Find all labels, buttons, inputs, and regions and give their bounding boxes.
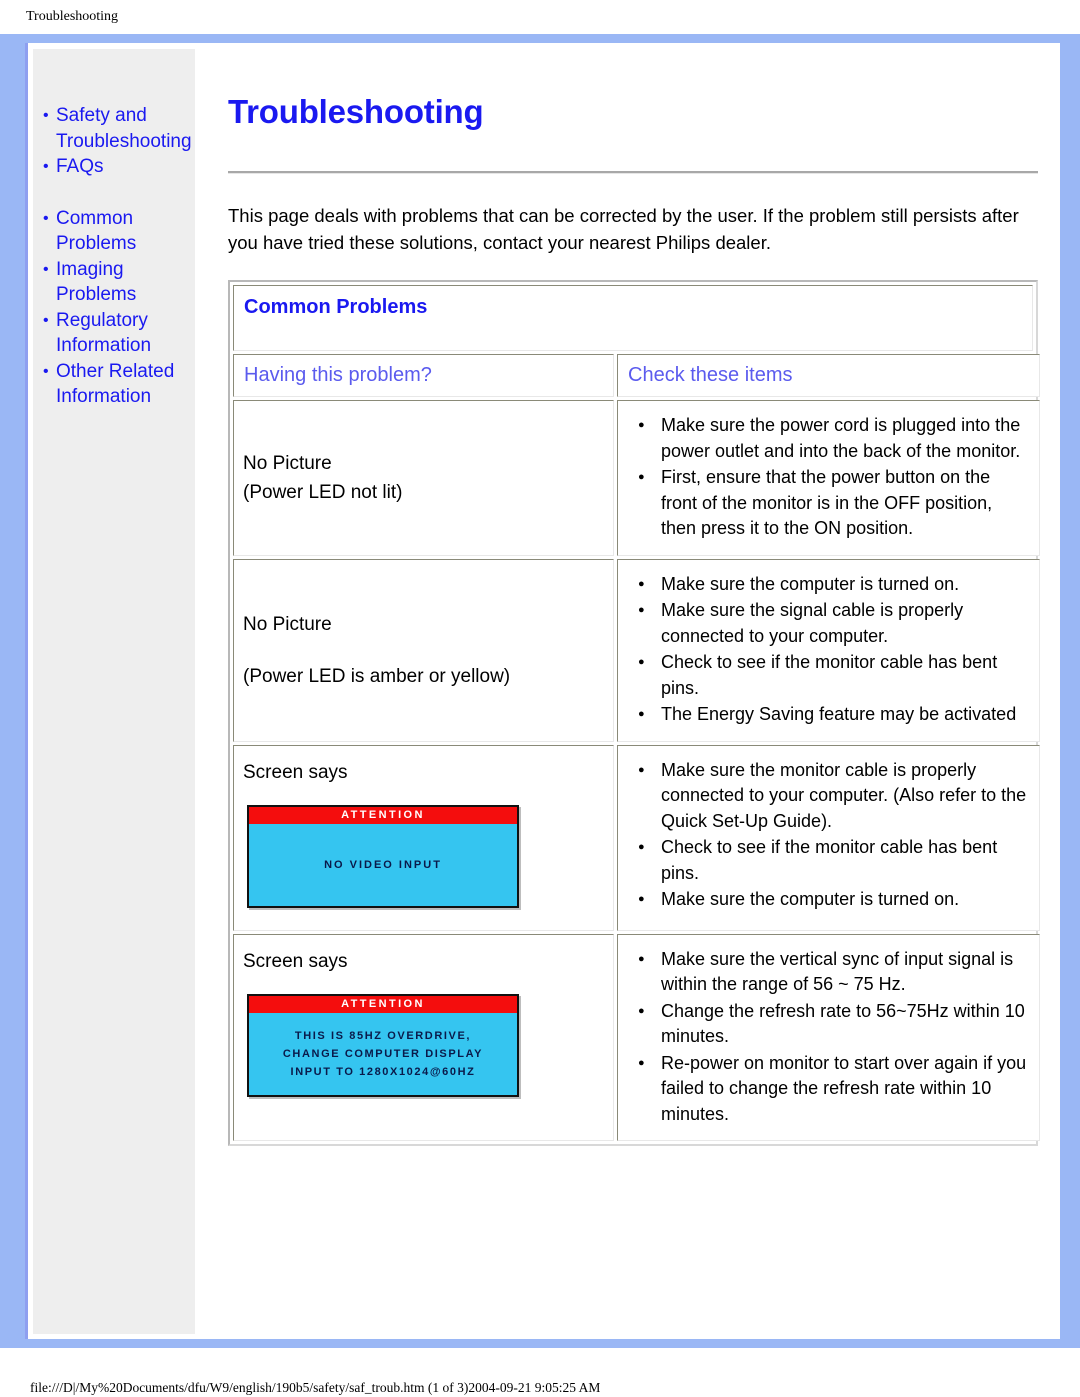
checks-cell: Make sure the computer is turned on. Mak… xyxy=(617,558,1040,742)
osd-message-image: ATTENTION NO VIDEO INPUT xyxy=(247,804,519,908)
table-header-row: Having this problem? Check these items xyxy=(233,354,1040,397)
sidebar-group-two: Common Problems Imaging Problems Regulat… xyxy=(43,206,191,410)
check-item: Check to see if the monitor cable has be… xyxy=(628,650,1027,701)
problem-subtitle: (Power LED not lit) xyxy=(243,481,403,503)
problem-title: No Picture xyxy=(243,452,332,474)
table-row: No Picture (Power LED is amber or yellow… xyxy=(233,558,1040,742)
problem-title: Screen says xyxy=(243,761,348,783)
osd-line: THIS IS 85HZ OVERDRIVE, xyxy=(294,1029,472,1042)
check-item: The Energy Saving feature may be activat… xyxy=(628,702,1027,728)
table-row: Screen says ATTENTION THIS IS 85HZ OVERD… xyxy=(233,933,1040,1141)
check-item: Make sure the computer is turned on. xyxy=(628,572,1027,598)
problem-title: No Picture xyxy=(243,613,332,635)
checks-cell: Make sure the power cord is plugged into… xyxy=(617,400,1040,556)
checks-list: Make sure the vertical sync of input sig… xyxy=(628,947,1027,1128)
sidebar-item-safety-and-troubleshooting[interactable]: Safety and Troubleshooting xyxy=(43,103,192,154)
osd-attention-bar: ATTENTION xyxy=(249,806,517,824)
column-header-right: Check these items xyxy=(617,354,1040,397)
check-item: Change the refresh rate to 56~75Hz withi… xyxy=(628,999,1027,1050)
page-title: Troubleshooting xyxy=(228,93,484,130)
problem-cell: Screen says ATTENTION THIS IS 85HZ OVERD… xyxy=(233,933,614,1141)
sidebar-item-faqs[interactable]: FAQs xyxy=(43,154,191,180)
problem-description: No Picture (Power LED is amber or yellow… xyxy=(243,610,603,691)
page-frame: Safety and Troubleshooting FAQs Common P… xyxy=(0,34,1080,1348)
check-item: Re-power on monitor to start over again … xyxy=(628,1051,1027,1128)
problem-cell: Screen says ATTENTION NO VIDEO INPUT xyxy=(233,744,614,931)
osd-line: CHANGE COMPUTER DISPLAY xyxy=(282,1047,484,1060)
sidebar-item-regulatory-information[interactable]: Regulatory Information xyxy=(43,308,191,359)
check-item: Check to see if the monitor cable has be… xyxy=(628,835,1027,886)
problem-description: Screen says xyxy=(243,947,603,976)
osd-attention-bar: ATTENTION xyxy=(249,995,517,1013)
sidebar-navigation: Safety and Troubleshooting FAQs Common P… xyxy=(33,49,195,1334)
check-item: Make sure the computer is turned on. xyxy=(628,887,1027,913)
osd-message-image: ATTENTION THIS IS 85HZ OVERDRIVE, CHANGE… xyxy=(247,993,519,1097)
check-item: Make sure the power cord is plugged into… xyxy=(628,413,1027,464)
page-inner: Safety and Troubleshooting FAQs Common P… xyxy=(25,43,1060,1339)
title-divider xyxy=(228,171,1038,174)
problem-title: Screen says xyxy=(243,950,348,972)
check-item: First, ensure that the power button on t… xyxy=(628,465,1027,542)
sidebar-group-one: Safety and Troubleshooting FAQs xyxy=(43,103,192,180)
sidebar-item-imaging-problems[interactable]: Imaging Problems xyxy=(43,257,191,308)
problem-description: Screen says xyxy=(243,758,603,787)
problem-subtitle: (Power LED is amber or yellow) xyxy=(243,665,511,687)
check-item: Make sure the vertical sync of input sig… xyxy=(628,947,1027,998)
problem-cell: No Picture (Power LED not lit) xyxy=(233,400,614,556)
osd-body: THIS IS 85HZ OVERDRIVE, CHANGE COMPUTER … xyxy=(249,1013,517,1095)
osd-line: INPUT TO 1280X1024@60HZ xyxy=(290,1065,476,1078)
osd-body: NO VIDEO INPUT xyxy=(249,824,517,906)
checks-list: Make sure the monitor cable is properly … xyxy=(628,758,1027,913)
intro-paragraph: This page deals with problems that can b… xyxy=(228,205,1019,253)
sidebar-item-common-problems[interactable]: Common Problems xyxy=(43,206,191,257)
page-columns: Safety and Troubleshooting FAQs Common P… xyxy=(28,43,1060,1339)
table-row: Screen says ATTENTION NO VIDEO INPUT ● M… xyxy=(233,744,1040,931)
check-item: Make sure the monitor cable is properly … xyxy=(628,758,1027,835)
table-caption-cell: Common Problems xyxy=(233,285,1033,351)
problem-description: No Picture (Power LED not lit) xyxy=(243,449,603,507)
column-header-left-label: Having this problem? xyxy=(244,364,432,386)
check-item: Make sure the signal cable is properly c… xyxy=(628,598,1027,649)
table-row: No Picture (Power LED not lit) Make sure… xyxy=(233,400,1040,556)
checks-cell: Make sure the vertical sync of input sig… xyxy=(617,933,1040,1141)
running-footer: file:///D|/My%20Documents/dfu/W9/english… xyxy=(30,1380,601,1395)
checks-cell: Make sure the monitor cable is properly … xyxy=(617,744,1040,931)
running-header: Troubleshooting xyxy=(26,9,119,24)
checks-list: Make sure the power cord is plugged into… xyxy=(628,413,1027,542)
checks-list: Make sure the computer is turned on. Mak… xyxy=(628,572,1027,728)
main-content: Troubleshooting This page deals with pro… xyxy=(200,43,1060,1339)
sidebar-item-other-related-information[interactable]: Other Related Information xyxy=(43,359,191,410)
problem-cell: No Picture (Power LED is amber or yellow… xyxy=(233,558,614,742)
column-header-right-label: Check these items xyxy=(628,364,793,386)
column-header-left: Having this problem? xyxy=(233,354,614,397)
osd-line: NO VIDEO INPUT xyxy=(324,858,442,871)
table-caption-row: Common Problems xyxy=(233,285,1033,351)
common-problems-table: Common Problems Having this problem? Che… xyxy=(228,280,1040,1146)
sidebar-group-spacer xyxy=(43,180,191,206)
table-caption: Common Problems xyxy=(244,296,428,318)
